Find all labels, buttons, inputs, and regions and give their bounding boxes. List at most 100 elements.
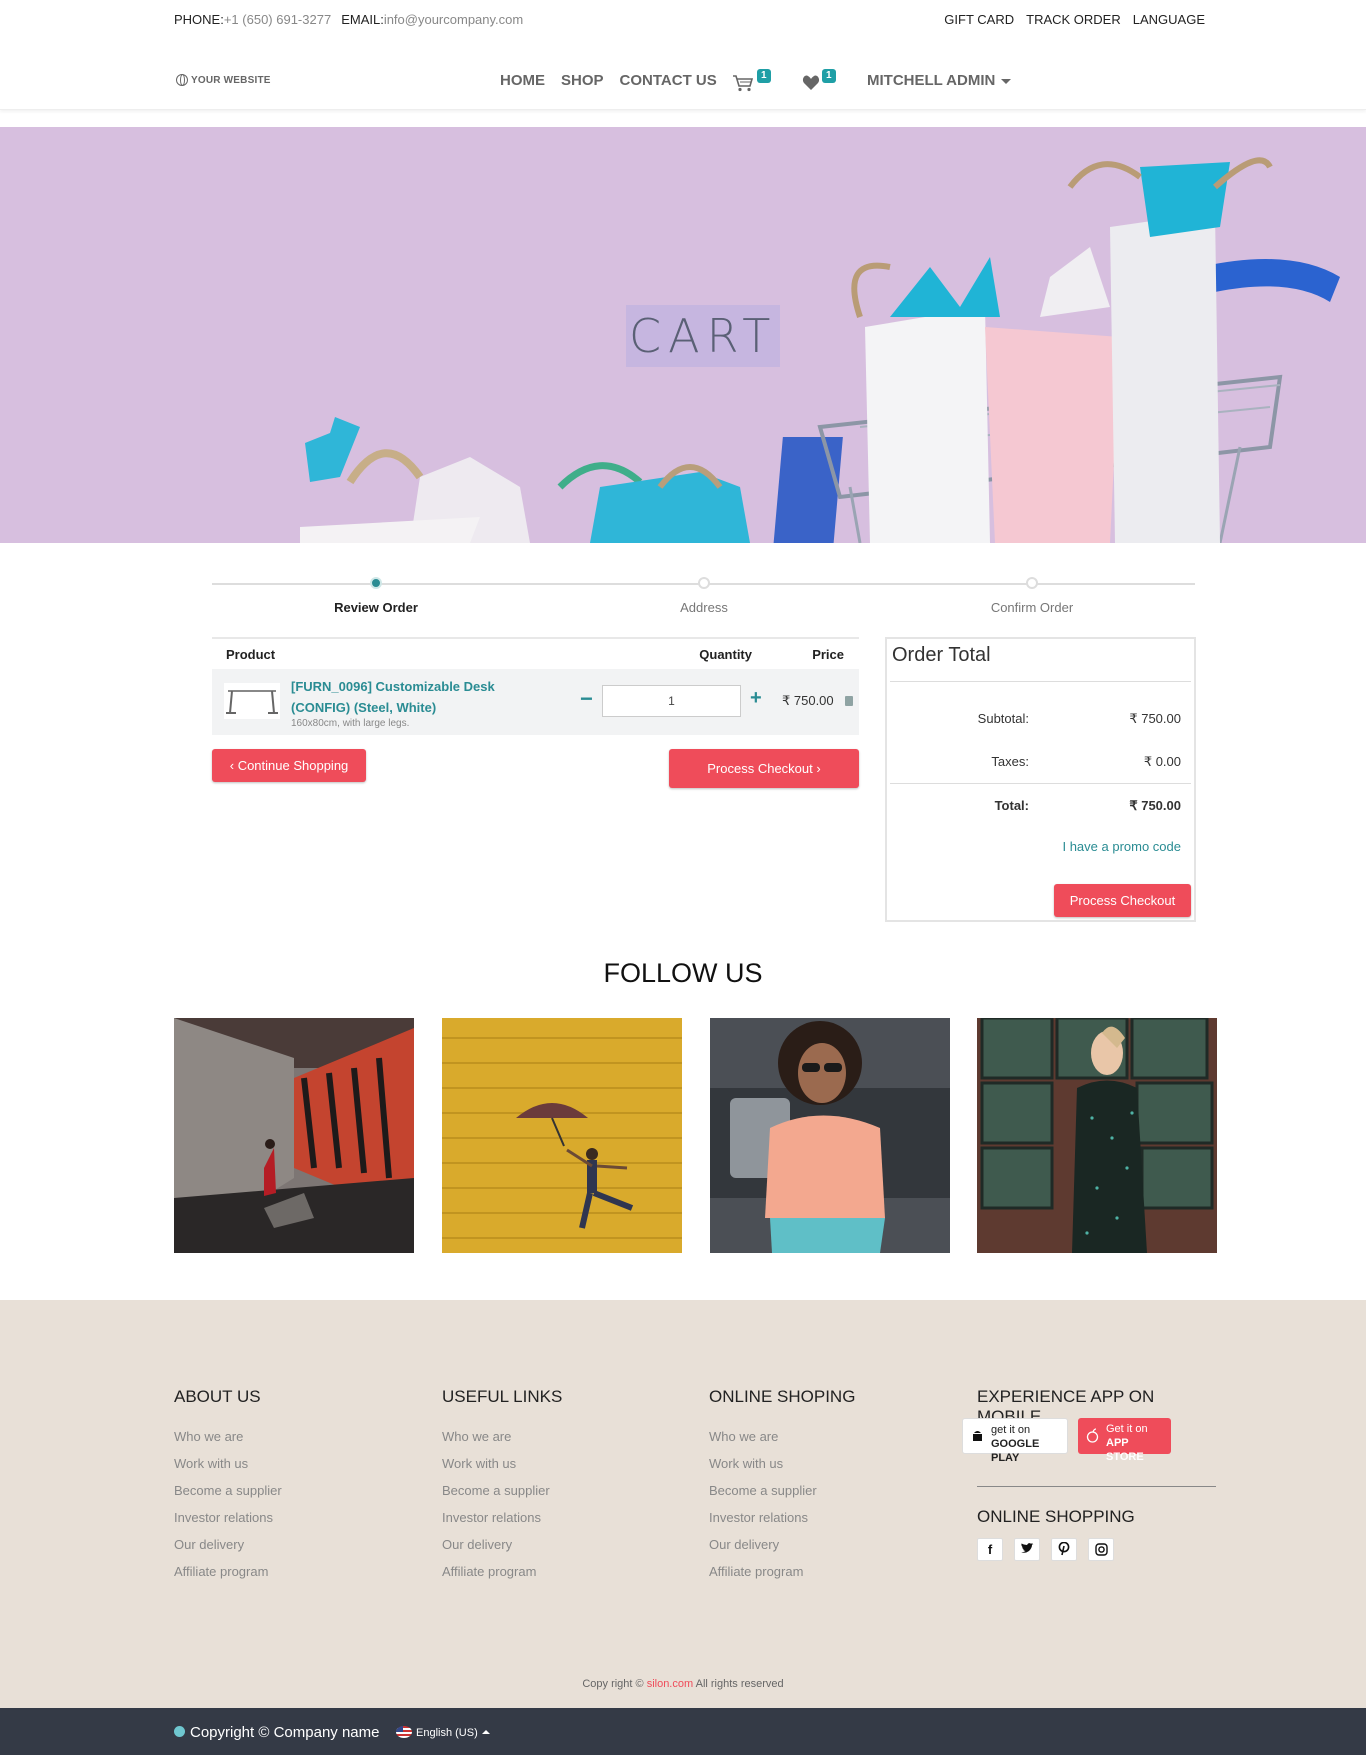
caret-down-icon [1001, 78, 1012, 84]
online-shopping-title: ONLINE SHOPPING [977, 1507, 1135, 1526]
footer-link[interactable]: Work with us [442, 1456, 682, 1483]
product-name-link[interactable]: [FURN_0096] Customizable Desk (CONFIG) (… [291, 676, 531, 718]
nav-contact-us[interactable]: CONTACT US [620, 72, 717, 89]
subtotal-value: ₹ 750.00 [1129, 711, 1181, 726]
heart-icon[interactable] [802, 74, 820, 92]
cart-icon[interactable] [732, 74, 754, 92]
footer-link[interactable]: Become a supplier [709, 1483, 949, 1510]
email-value: info@yourcompany.com [383, 12, 524, 27]
col-product: Product [226, 646, 276, 662]
footer-link[interactable]: Investor relations [709, 1510, 949, 1537]
footer-link[interactable]: Who we are [442, 1429, 682, 1456]
copy-suffix: All rights reserved [695, 1678, 784, 1690]
logo-text: YOUR WEBSITE [191, 74, 271, 86]
order-total-title: Order Total [892, 644, 991, 666]
google-play-line1: get it on [991, 1424, 1031, 1436]
track-order-link[interactable]: TRACK ORDER [1026, 12, 1121, 27]
app-store-button[interactable]: Get it on APP STORE [1078, 1418, 1171, 1463]
footer: ABOUT US Who we are Work with us Become … [0, 1300, 1366, 1708]
footer-link[interactable]: Investor relations [174, 1510, 414, 1537]
nav-home[interactable]: HOME [500, 72, 545, 89]
taxes-label: Taxes: [991, 754, 1029, 769]
trash-icon[interactable] [845, 696, 853, 706]
caret-up-icon [481, 1730, 490, 1734]
android-icon [973, 1431, 982, 1441]
photo-woman-red-coat [174, 1018, 414, 1253]
language-link[interactable]: LANGUAGE [1133, 12, 1205, 27]
footer-link[interactable]: Affiliate program [442, 1564, 682, 1591]
footer-link[interactable]: Investor relations [442, 1510, 682, 1537]
company-copyright-text: Copyright © Company name [190, 1724, 380, 1741]
promo-code-link[interactable]: I have a promo code [1062, 839, 1181, 854]
instagram-icon[interactable] [1088, 1538, 1114, 1561]
language-label: English (US) [416, 1727, 478, 1739]
user-menu[interactable]: MITCHELL ADMIN [867, 72, 1012, 89]
contact-info: PHONE:+1 (650) 691-3277 EMAIL:info@yourco… [174, 12, 523, 27]
footer-link[interactable]: Affiliate program [709, 1564, 949, 1591]
checkout-progress: Review Order Address Confirm Order [212, 575, 1195, 615]
footer-link[interactable]: Work with us [174, 1456, 414, 1483]
step-dot [698, 577, 710, 589]
step-review-order: Review Order [296, 575, 456, 615]
app-store-line2: APP STORE [1106, 1437, 1144, 1463]
wishlist-count-badge: 1 [822, 69, 836, 83]
step-dot [1026, 577, 1038, 589]
phone-label: PHONE: [174, 12, 224, 27]
follow-photo-4[interactable] [977, 1018, 1217, 1253]
increase-quantity-button[interactable]: + [750, 686, 762, 710]
chevron-left-icon: ‹ [229, 758, 235, 773]
footer-link[interactable]: Our delivery [709, 1537, 949, 1564]
total-label: Total: [994, 798, 1029, 813]
continue-shopping-button[interactable]: ‹ Continue Shopping [212, 749, 366, 782]
language-selector[interactable]: English (US) [396, 1726, 490, 1739]
footer-link[interactable]: Affiliate program [174, 1564, 414, 1591]
user-name: MITCHELL ADMIN [867, 72, 996, 89]
main-menu: HOME SHOP CONTACT US [500, 72, 717, 89]
footer-link[interactable]: Our delivery [174, 1537, 414, 1564]
pinterest-icon[interactable] [1051, 1538, 1077, 1561]
footer-link[interactable]: Become a supplier [174, 1483, 414, 1510]
follow-photo-2[interactable] [442, 1018, 682, 1253]
step-address: Address [624, 575, 784, 615]
bottom-bar: Copyright © Company name English (US) [0, 1708, 1366, 1755]
email-label: EMAIL: [341, 12, 384, 27]
twitter-icon[interactable] [1014, 1538, 1040, 1561]
follow-us-title: FOLLOW US [603, 958, 763, 988]
product-description: 160x80cm, with large legs. [291, 718, 410, 729]
chevron-right-icon: › [816, 761, 821, 776]
gift-card-link[interactable]: GIFT CARD [944, 12, 1014, 27]
logo[interactable]: YOUR WEBSITE [176, 74, 271, 86]
item-price: ₹ 750.00 [782, 693, 834, 708]
decrease-quantity-button[interactable]: − [580, 687, 593, 711]
photo-woman-dress [977, 1018, 1217, 1253]
process-checkout-button[interactable]: Process Checkout › [669, 749, 859, 788]
nav-shop[interactable]: SHOP [561, 72, 604, 89]
top-links: GIFT CARD TRACK ORDER LANGUAGE [944, 12, 1205, 27]
cart-table: Product Quantity Price [FURN_0096] Custo… [212, 637, 859, 735]
facebook-icon[interactable]: f [977, 1538, 1003, 1561]
order-process-checkout-button[interactable]: Process Checkout [1054, 884, 1191, 917]
follow-photo-1[interactable] [174, 1018, 414, 1253]
photo-woman-umbrella [442, 1018, 682, 1253]
page-title: CART [626, 305, 781, 367]
col-price: Price [812, 646, 844, 662]
footer-link[interactable]: Work with us [709, 1456, 949, 1483]
footer-link[interactable]: Our delivery [442, 1537, 682, 1564]
process-checkout-label: Process Checkout [707, 761, 813, 776]
brand-link[interactable]: silon.com [647, 1678, 693, 1690]
taxes-value: ₹ 0.00 [1143, 754, 1181, 769]
cart-table-header: Product Quantity Price [212, 637, 859, 669]
col-quantity: Quantity [699, 646, 752, 662]
follow-photo-3[interactable] [710, 1018, 950, 1253]
footer-link[interactable]: Who we are [709, 1429, 949, 1456]
quantity-input[interactable] [602, 685, 741, 717]
product-thumbnail[interactable] [224, 683, 280, 719]
order-total-panel: Order Total Subtotal: ₹ 750.00 Taxes: ₹ … [885, 637, 1196, 922]
google-play-button[interactable]: get it on GOOGLE PLAY [962, 1418, 1068, 1464]
apple-icon [1086, 1428, 1099, 1443]
footer-link[interactable]: Who we are [174, 1429, 414, 1456]
footer-link[interactable]: Become a supplier [442, 1483, 682, 1510]
divider [890, 783, 1191, 784]
copy-prefix: Copy right © [582, 1678, 644, 1690]
phone-value: +1 (650) 691-3277 [223, 12, 332, 27]
